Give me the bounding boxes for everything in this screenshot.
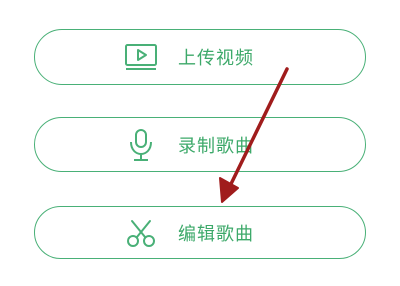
video-play-icon (123, 39, 159, 75)
microphone-icon (123, 127, 159, 163)
upload-video-button[interactable]: 上传视频 (34, 29, 366, 85)
scissors-icon (123, 215, 159, 251)
edit-song-button[interactable]: 编辑歌曲 (34, 206, 366, 259)
edit-song-label: 编辑歌曲 (178, 223, 254, 245)
upload-video-label: 上传视频 (178, 48, 254, 69)
record-song-button[interactable]: 录制歌曲 (34, 117, 366, 172)
menu-screen: 上传视频 录制歌曲 编辑歌曲 (0, 0, 400, 286)
record-song-label: 录制歌曲 (178, 135, 254, 157)
